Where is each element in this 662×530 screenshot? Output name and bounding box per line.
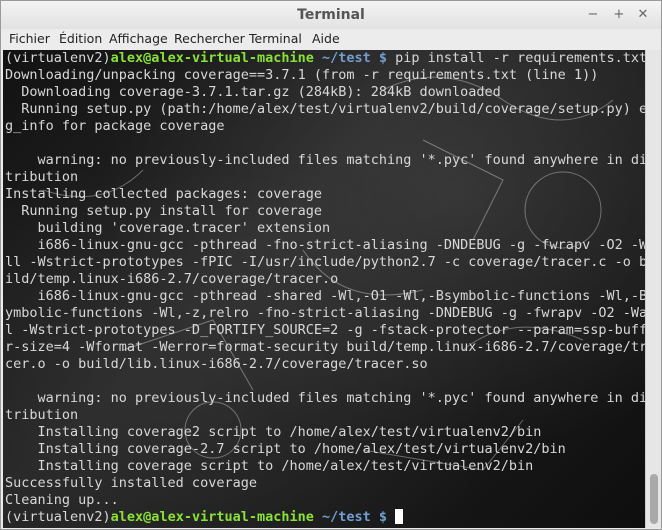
output-line: Running setup.py (path:/home/alex/test/v… bbox=[5, 101, 645, 117]
menu-bar: Fichier Édition Affichage Rechercher Ter… bbox=[1, 29, 661, 49]
output-line: r-size=4 -Wformat -Werror=format-securit… bbox=[5, 339, 645, 355]
menu-affichage[interactable]: Affichage bbox=[109, 31, 168, 46]
output-line: l -Wstrict-prototypes -D_FORTIFY_SOURCE=… bbox=[5, 322, 645, 338]
prompt-path: ~/test $ bbox=[313, 509, 396, 525]
output-line: ll -Wstrict-prototypes -fPIC -I/usr/incl… bbox=[5, 254, 645, 270]
output-line: Downloading/unpacking coverage==3.7.1 (f… bbox=[5, 67, 599, 83]
prompt-path: ~/test $ bbox=[313, 50, 396, 66]
minimize-button[interactable]: − bbox=[585, 7, 601, 23]
command-text: pip install -r requirements.txt bbox=[395, 50, 645, 66]
vertical-scrollbar[interactable] bbox=[645, 50, 661, 528]
output-line: cer.o -o build/lib.linux-i686-2.7/covera… bbox=[5, 356, 428, 372]
output-line: Downloading coverage-3.7.1.tar.gz (284kB… bbox=[5, 84, 501, 100]
maximize-button[interactable]: + bbox=[611, 7, 627, 23]
output-line: tribution bbox=[5, 407, 79, 423]
output-line: Installing coverage script to /home/alex… bbox=[5, 458, 534, 474]
prompt-env: (virtualenv2) bbox=[5, 509, 111, 525]
output-line: ymbolic-functions -Wl,-z,relro -fno-stri… bbox=[5, 305, 645, 321]
output-line: ild/temp.linux-i686-2.7/coverage/tracer.… bbox=[5, 271, 339, 287]
output-line: i686-linux-gnu-gcc -pthread -shared -Wl,… bbox=[5, 288, 646, 304]
scrollbar-thumb[interactable] bbox=[650, 474, 658, 524]
title-bar[interactable]: Terminal − + ✕ bbox=[1, 1, 661, 29]
output-line: tribution bbox=[5, 169, 79, 185]
output-line: Cleaning up... bbox=[5, 492, 119, 508]
text-cursor bbox=[395, 509, 404, 524]
output-line: g_info for package coverage bbox=[5, 118, 225, 134]
output-line: i686-linux-gnu-gcc -pthread -fno-strict-… bbox=[5, 237, 646, 253]
output-line: Successfully installed coverage bbox=[5, 475, 257, 491]
output-line: warning: no previously-included files ma… bbox=[5, 390, 646, 406]
terminal-output: (virtualenv2)alex@alex-virtual-machine ~… bbox=[5, 50, 645, 526]
menu-edition[interactable]: Édition bbox=[59, 31, 102, 46]
menu-terminal[interactable]: Terminal bbox=[249, 31, 302, 46]
menu-aide[interactable]: Aide bbox=[312, 31, 340, 46]
current-prompt-line: (virtualenv2)alex@alex-virtual-machine ~… bbox=[5, 509, 645, 526]
terminal-area[interactable]: (virtualenv2)alex@alex-virtual-machine ~… bbox=[3, 50, 645, 528]
output-line: warning: no previously-included files ma… bbox=[5, 152, 646, 168]
command-line: (virtualenv2)alex@alex-virtual-machine ~… bbox=[5, 50, 645, 67]
prompt-env: (virtualenv2) bbox=[5, 50, 111, 66]
menu-fichier[interactable]: Fichier bbox=[9, 31, 50, 46]
output-line: building 'coverage.tracer' extension bbox=[5, 220, 331, 236]
prompt-user-host: alex@alex-virtual-machine bbox=[110, 509, 314, 525]
menu-rechercher[interactable]: Rechercher bbox=[174, 31, 245, 46]
output-line: Running setup.py install for coverage bbox=[5, 203, 322, 219]
close-button[interactable]: ✕ bbox=[635, 7, 651, 23]
output-line: Installing coverage2 script to /home/ale… bbox=[5, 424, 542, 440]
window-title: Terminal bbox=[297, 7, 365, 23]
output-line: Installing coverage-2.7 script to /home/… bbox=[5, 441, 566, 457]
prompt-user-host: alex@alex-virtual-machine bbox=[110, 50, 314, 66]
terminal-window: Terminal − + ✕ Fichier Édition Affichage… bbox=[0, 0, 662, 530]
output-line: Installing collected packages: coverage bbox=[5, 186, 322, 202]
